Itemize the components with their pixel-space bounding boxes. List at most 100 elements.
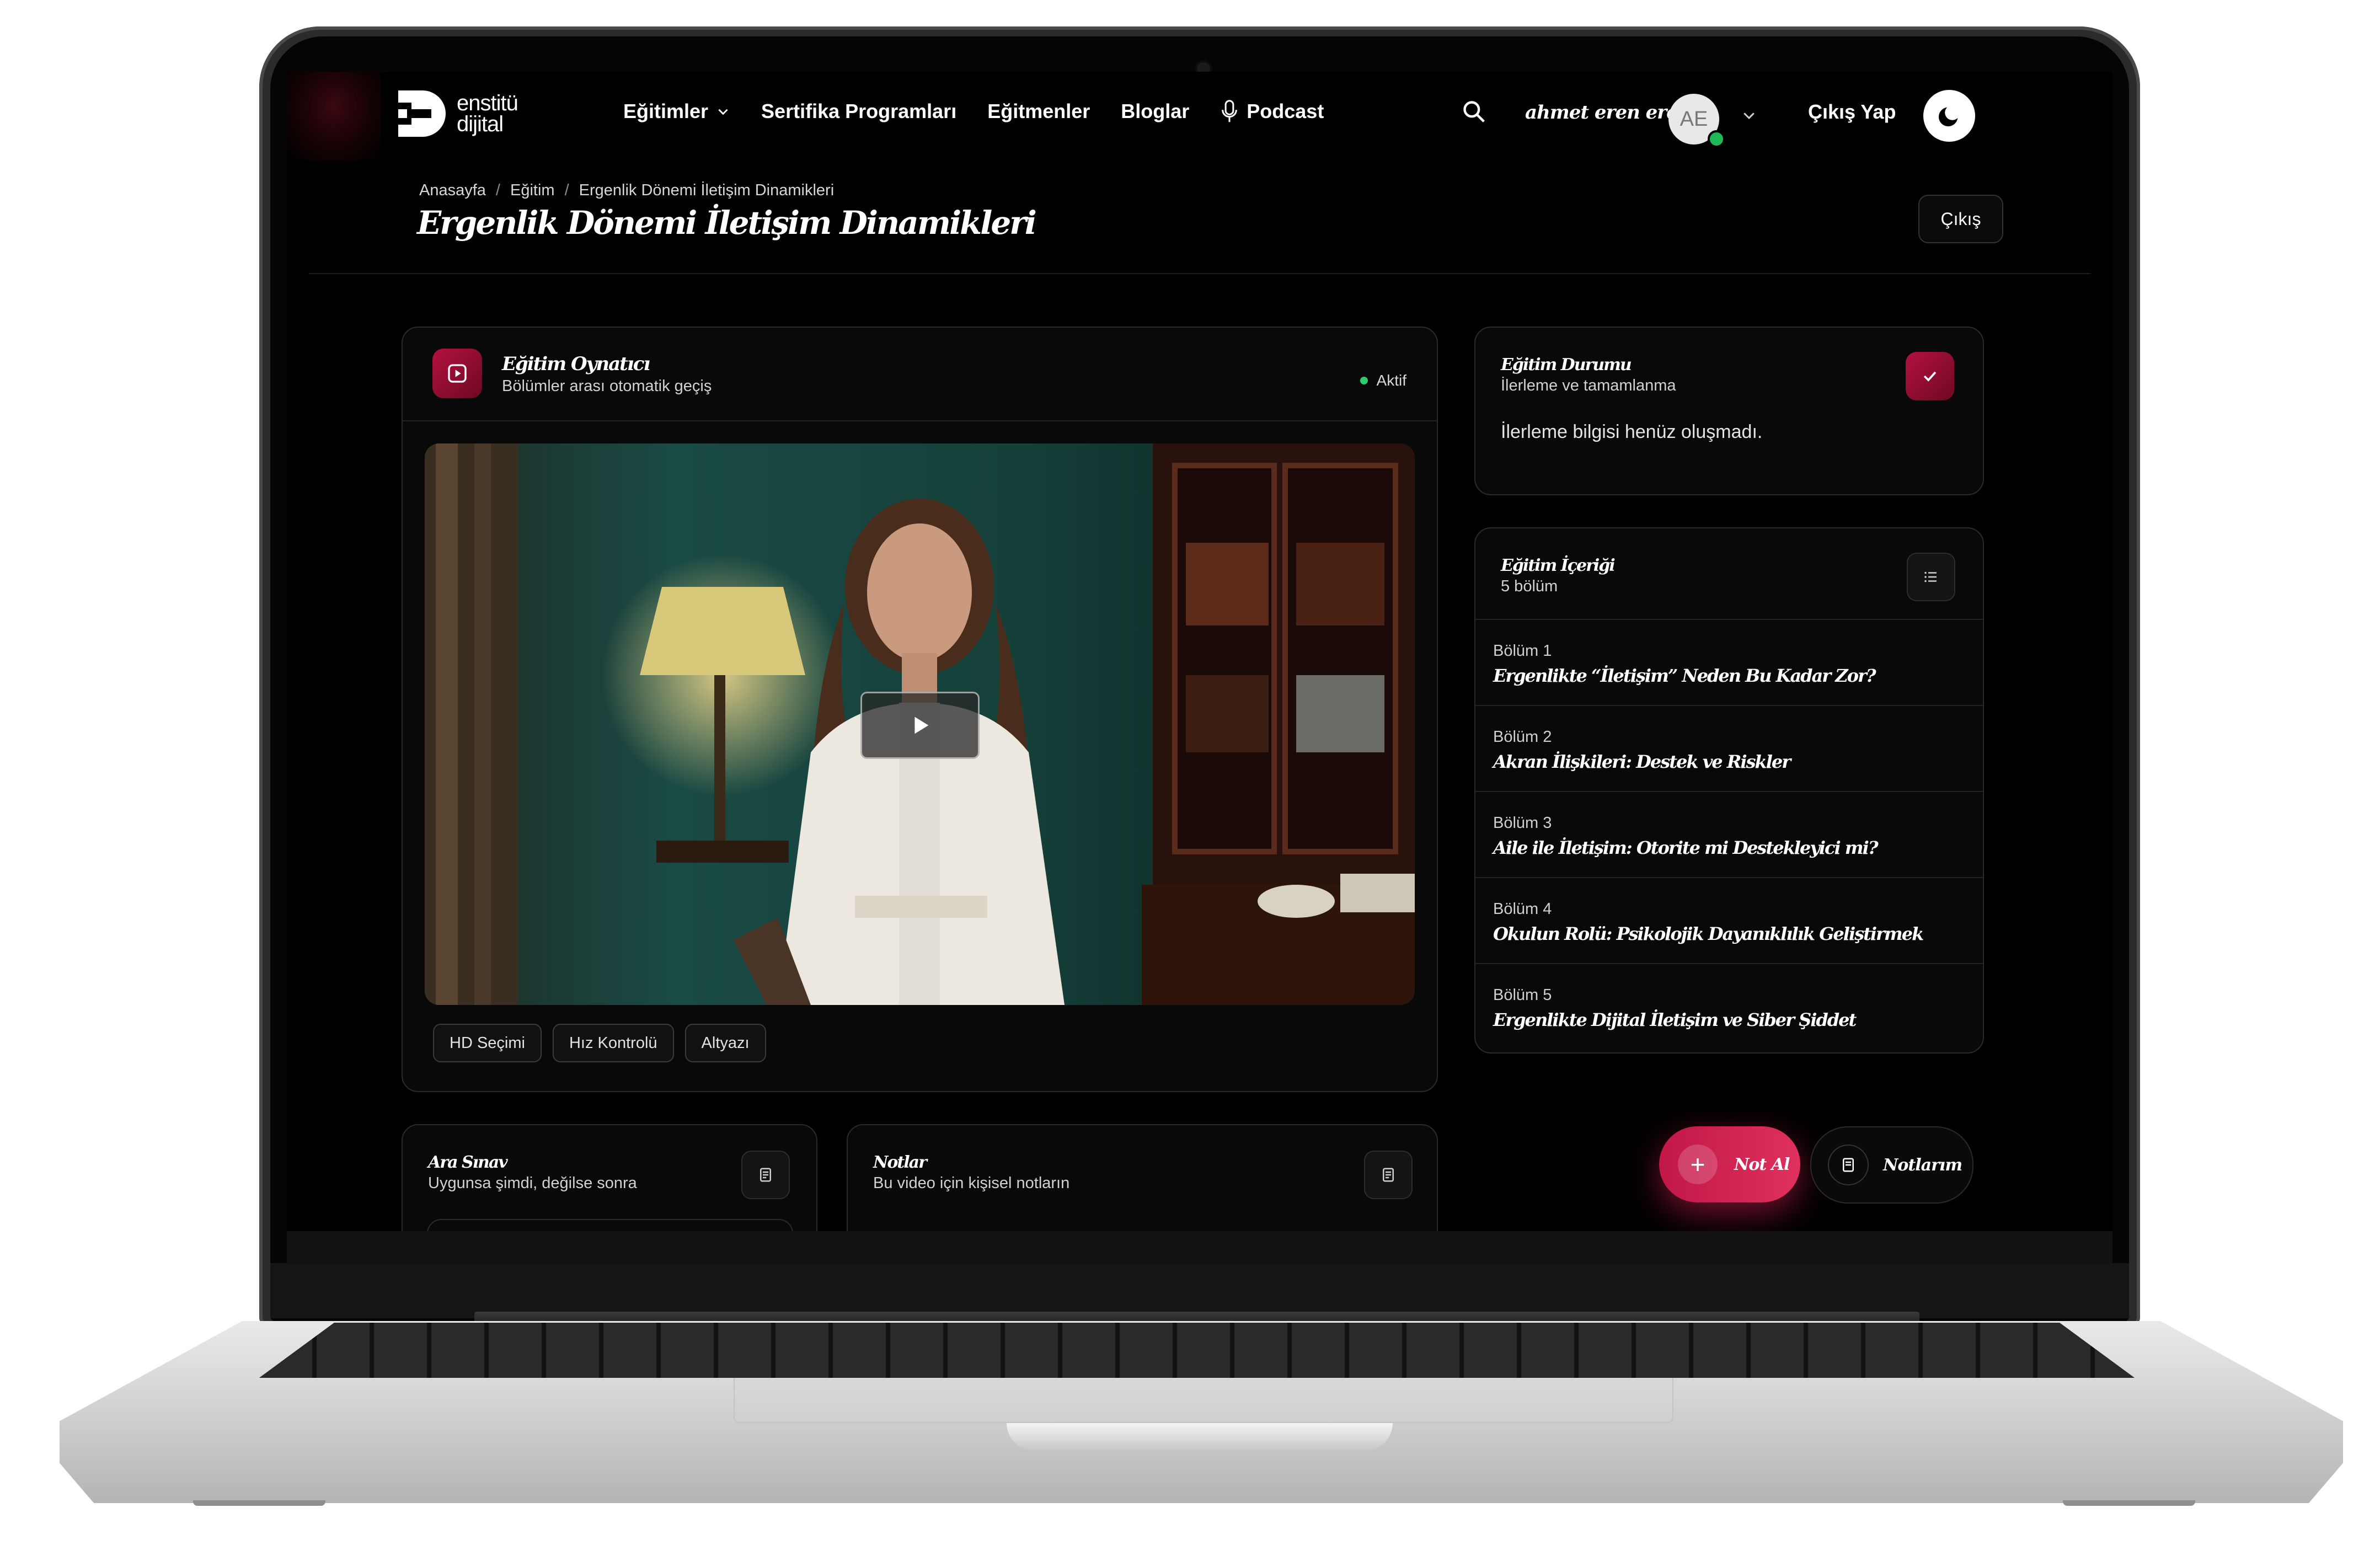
progress-card: Eğitim Durumu İlerleme ve tamamlanma İle…	[1474, 327, 1984, 495]
lesson-number: Bölüm 1	[1493, 642, 1552, 660]
logo-text: enstitü dijital	[457, 92, 518, 136]
lesson-number: Bölüm 3	[1493, 814, 1552, 832]
nav-item-blogs[interactable]: Bloglar	[1121, 100, 1189, 123]
nav-item-trainings[interactable]: Eğitimler	[623, 100, 730, 123]
hd-select-chip[interactable]: HD Seçimi	[433, 1024, 542, 1062]
lesson-name: Okulun Rolü: Psikolojik Dayanıklılık Gel…	[1493, 923, 1924, 944]
moon-icon	[1938, 107, 1958, 127]
notes-icon	[1828, 1145, 1869, 1185]
logo-line-2: dijital	[457, 112, 504, 136]
breadcrumb-current: Ergenlik Dönemi İletişim Dinamikleri	[579, 181, 835, 199]
breadcrumb: Anasayfa / Eğitim / Ergenlik Dönemi İlet…	[419, 181, 834, 200]
lesson-item-2[interactable]: Bölüm 2 Akran İlişkileri: Destek ve Risk…	[1475, 705, 1983, 791]
quiz-title: Ara Sınav	[428, 1153, 508, 1172]
quiz-heading: Ara Sınav Uygunsa şimdi, değilse sonra	[428, 1153, 637, 1193]
my-notes-button[interactable]: Notlarım	[1810, 1126, 1973, 1204]
breadcrumb-training[interactable]: Eğitim	[510, 181, 555, 200]
nav-item-label: Eğitimler	[623, 100, 709, 122]
progress-check-box	[1906, 352, 1954, 400]
player-card: Eğitim Oynatıcı Bölümler arası otomatik …	[402, 327, 1438, 1092]
exit-button[interactable]: Çıkış	[1918, 195, 2003, 243]
status-dot-icon	[1360, 377, 1368, 384]
player-options: HD Seçimi Hız Kontrolü Altyazı	[433, 1024, 766, 1062]
take-note-button[interactable]: + Not Al	[1659, 1126, 1800, 1202]
lesson-name: Ergenlikte “İletişim” Neden Bu Kadar Zor…	[1493, 665, 1876, 686]
play-square-icon	[448, 364, 467, 383]
lesson-name: Akran İlişkileri: Destek ve Riskler	[1493, 751, 1791, 772]
progress-subtitle: İlerleme ve tamamlanma	[1501, 377, 1676, 394]
keyboard	[259, 1323, 2135, 1378]
logo-mark-icon	[396, 88, 449, 139]
nav-item-label: Bloglar	[1121, 100, 1190, 122]
play-icon	[914, 716, 929, 734]
lid-notch	[1007, 1423, 1393, 1451]
notes-card: Notlar Bu video için kişisel notların	[847, 1124, 1438, 1247]
nav-item-podcast[interactable]: Podcast	[1220, 99, 1324, 124]
content-card: Eğitim İçeriği 5 bölüm Bölüm 1 Ergenlikt…	[1474, 527, 1984, 1054]
chevron-down-icon[interactable]	[1741, 107, 1757, 124]
player-heading: Eğitim Oynatıcı Bölümler arası otomatik …	[502, 353, 712, 395]
breadcrumb-home[interactable]: Anasayfa	[419, 181, 486, 200]
quiz-icon-button[interactable]	[741, 1151, 790, 1199]
nav-item-certificates[interactable]: Sertifika Programları	[761, 100, 956, 123]
lesson-item-3[interactable]: Bölüm 3 Aile ile İletişim: Otorite mi De…	[1475, 791, 1983, 877]
check-icon	[1923, 371, 1937, 382]
content-count: 5 bölüm	[1501, 578, 1558, 595]
main-nav: Eğitimler Sertifika Programları Eğitmenl…	[623, 99, 1324, 124]
lesson-item-1[interactable]: Bölüm 1 Ergenlikte “İletişim” Neden Bu K…	[1475, 619, 1983, 705]
laptop-foot	[193, 1500, 325, 1506]
lesson-name: Aile ile İletişim: Otorite mi Destekleyi…	[1493, 837, 1879, 858]
video-player[interactable]	[425, 443, 1415, 1005]
screen: enstitü dijital Eğitimler Sertifika Prog…	[287, 72, 2112, 1263]
trackpad	[734, 1378, 1673, 1423]
header-divider	[309, 273, 2090, 274]
content-heading: Eğitim İçeriği 5 bölüm	[1501, 556, 1616, 596]
breadcrumb-separator: /	[564, 181, 569, 199]
player-title: Eğitim Oynatıcı	[502, 353, 650, 375]
content-title: Eğitim İçeriği	[1501, 556, 1616, 575]
online-status-dot	[1708, 130, 1725, 148]
player-icon-box	[432, 349, 482, 398]
lesson-item-4[interactable]: Bölüm 4 Okulun Rolü: Psikolojik Dayanıkl…	[1475, 877, 1983, 963]
take-note-label: Not Al	[1734, 1154, 1790, 1174]
logo[interactable]: enstitü dijital	[396, 88, 518, 139]
progress-message: İlerleme bilgisi henüz oluşmadı.	[1501, 421, 1763, 442]
speed-control-chip[interactable]: Hız Kontrolü	[552, 1024, 674, 1062]
brand-glow	[287, 72, 381, 160]
nav-item-instructors[interactable]: Eğitmenler	[987, 100, 1090, 123]
nav-item-label: Podcast	[1247, 100, 1324, 122]
progress-title: Eğitim Durumu	[1501, 355, 1632, 375]
lesson-name: Ergenlikte Dijital İletişim ve Siber Şid…	[1493, 1009, 1857, 1030]
subtitles-chip[interactable]: Altyazı	[684, 1024, 766, 1062]
screen-chin	[270, 1263, 2129, 1318]
plus-icon: +	[1678, 1145, 1718, 1184]
quiz-subtitle: Uygunsa şimdi, değilse sonra	[428, 1174, 637, 1192]
list-icon	[1924, 571, 1937, 582]
notes-heading: Notlar Bu video için kişisel notların	[873, 1153, 1069, 1193]
progress-heading: Eğitim Durumu İlerleme ve tamamlanma	[1501, 355, 1676, 395]
screen-bottom-strip	[287, 1231, 2112, 1263]
user-name[interactable]: ahmet eren eren	[1525, 101, 1692, 124]
notes-title: Notlar	[873, 1153, 927, 1172]
status-badge: Aktif	[1360, 372, 1406, 389]
list-toggle-button[interactable]	[1907, 553, 1955, 601]
player-card-header: Eğitim Oynatıcı Bölümler arası otomatik …	[403, 328, 1437, 421]
document-icon	[1383, 1168, 1394, 1182]
logout-link[interactable]: Çıkış Yap	[1808, 100, 1896, 124]
notes-icon-button[interactable]	[1364, 1151, 1413, 1199]
lesson-item-5[interactable]: Bölüm 5 Ergenlikte Dijital İletişim ve S…	[1475, 963, 1983, 1049]
lesson-number: Bölüm 5	[1493, 986, 1552, 1004]
chevron-down-icon	[718, 109, 728, 115]
page-title: Ergenlik Dönemi İletişim Dinamikleri	[417, 204, 1037, 242]
search-icon[interactable]	[1462, 99, 1486, 124]
status-label: Aktif	[1376, 372, 1406, 389]
lesson-number: Bölüm 2	[1493, 728, 1552, 746]
microphone-icon	[1222, 100, 1238, 122]
nav-item-label: Eğitmenler	[987, 100, 1090, 122]
theme-toggle-button[interactable]	[1923, 90, 1975, 142]
web-page: enstitü dijital Eğitimler Sertifika Prog…	[287, 72, 2112, 1263]
breadcrumb-separator: /	[495, 181, 500, 199]
notes-subtitle: Bu video için kişisel notların	[873, 1174, 1070, 1192]
play-button[interactable]	[860, 692, 980, 759]
lesson-number: Bölüm 4	[1493, 900, 1552, 918]
